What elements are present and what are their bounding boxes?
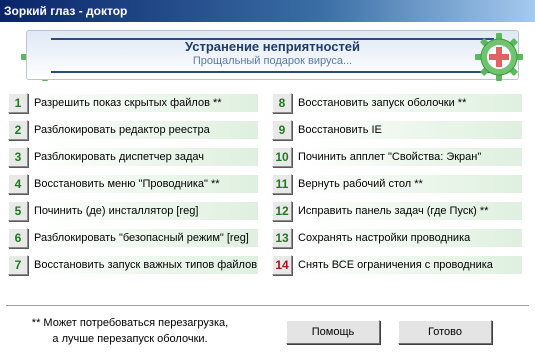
action-row-10: 10 Починить апплет "Свойства: Экран" [272,144,522,171]
action-label-14: Снять ВСЕ ограничения с проводника [296,256,522,274]
action-button-10[interactable]: 10 [272,147,292,167]
action-row-12: 12 Исправить панель задач (где Пуск) ** [272,198,522,225]
action-button-11[interactable]: 11 [272,174,292,194]
action-button-5[interactable]: 5 [8,201,28,221]
action-button-14[interactable]: 14 [272,255,292,275]
action-button-4[interactable]: 4 [8,174,28,194]
action-button-8[interactable]: 8 [272,93,292,113]
action-label-3: Разблокировать диспетчер задач [32,148,258,166]
action-label-6: Разблокировать "безопасный режим" [reg] [32,229,258,247]
action-label-13: Сохранять настройки проводника [296,229,522,247]
banner-rule-bottom [51,71,494,73]
action-label-11: Вернуть рабочий стол ** [296,175,522,193]
window-title: Зоркий глаз - доктор [4,4,128,18]
action-button-2[interactable]: 2 [8,120,28,140]
restart-note-line-2: а лучше перезапуск оболочки. [52,333,208,345]
action-label-10: Починить апплет "Свойства: Экран" [296,148,522,166]
action-row-9: 9 Восстановить IE [272,117,522,144]
action-label-1: Разрешить показ скрытых файлов ** [32,94,258,112]
done-button[interactable]: Готово [398,320,492,344]
banner-title: Устранение неприятностей [184,39,361,54]
actions-column-right: 8 Восстановить запуск оболочки ** 9 Восс… [272,90,522,279]
action-button-1[interactable]: 1 [8,93,28,113]
actions-column-left: 1 Разрешить показ скрытых файлов ** 2 Ра… [8,90,258,279]
banner-subtitle: Прощальный подарок вируса... [192,55,353,67]
action-label-7: Восстановить запуск важных типов файлов [32,256,258,274]
action-button-13[interactable]: 13 [272,228,292,248]
action-label-5: Починить (де) инсталлятор [reg] [32,202,258,220]
action-row-5: 5 Починить (де) инсталлятор [reg] [8,198,258,225]
footer-divider [6,305,529,307]
action-row-13: 13 Сохранять настройки проводника [272,225,522,252]
action-label-8: Восстановить запуск оболочки ** [296,94,522,112]
action-row-6: 6 Разблокировать "безопасный режим" [reg… [8,225,258,252]
action-row-11: 11 Вернуть рабочий стол ** [272,171,522,198]
green-gear-red-cross-icon [475,33,523,81]
action-row-7: 7 Восстановить запуск важных типов файло… [8,252,258,279]
action-label-12: Исправить панель задач (где Пуск) ** [296,202,522,220]
help-button[interactable]: Помощь [286,320,380,344]
main-window: Устранение неприятностей Прощальный пода… [0,22,535,360]
action-row-2: 2 Разблокировать редактор реестра [8,117,258,144]
action-button-3[interactable]: 3 [8,147,28,167]
action-button-7[interactable]: 7 [8,255,28,275]
action-row-14: 14 Снять ВСЕ ограничения с проводника [272,252,522,279]
action-label-9: Восстановить IE [296,121,522,139]
action-row-1: 1 Разрешить показ скрытых файлов ** [8,90,258,117]
action-row-4: 4 Восстановить меню "Проводника" ** [8,171,258,198]
action-button-9[interactable]: 9 [272,120,292,140]
restart-note: ** Может потребоваться перезагрузка, а л… [20,315,240,347]
action-row-8: 8 Восстановить запуск оболочки ** [272,90,522,117]
restart-note-line-1: ** Может потребоваться перезагрузка, [31,317,229,329]
action-button-12[interactable]: 12 [272,201,292,221]
action-row-3: 3 Разблокировать диспетчер задач [8,144,258,171]
action-label-2: Разблокировать редактор реестра [32,121,258,139]
title-bar[interactable]: Зоркий глаз - доктор [0,0,535,22]
action-label-4: Восстановить меню "Проводника" ** [32,175,258,193]
header-banner: Устранение неприятностей Прощальный пода… [26,30,519,80]
actions-grid: 1 Разрешить показ скрытых файлов ** 2 Ра… [8,90,528,282]
action-button-6[interactable]: 6 [8,228,28,248]
